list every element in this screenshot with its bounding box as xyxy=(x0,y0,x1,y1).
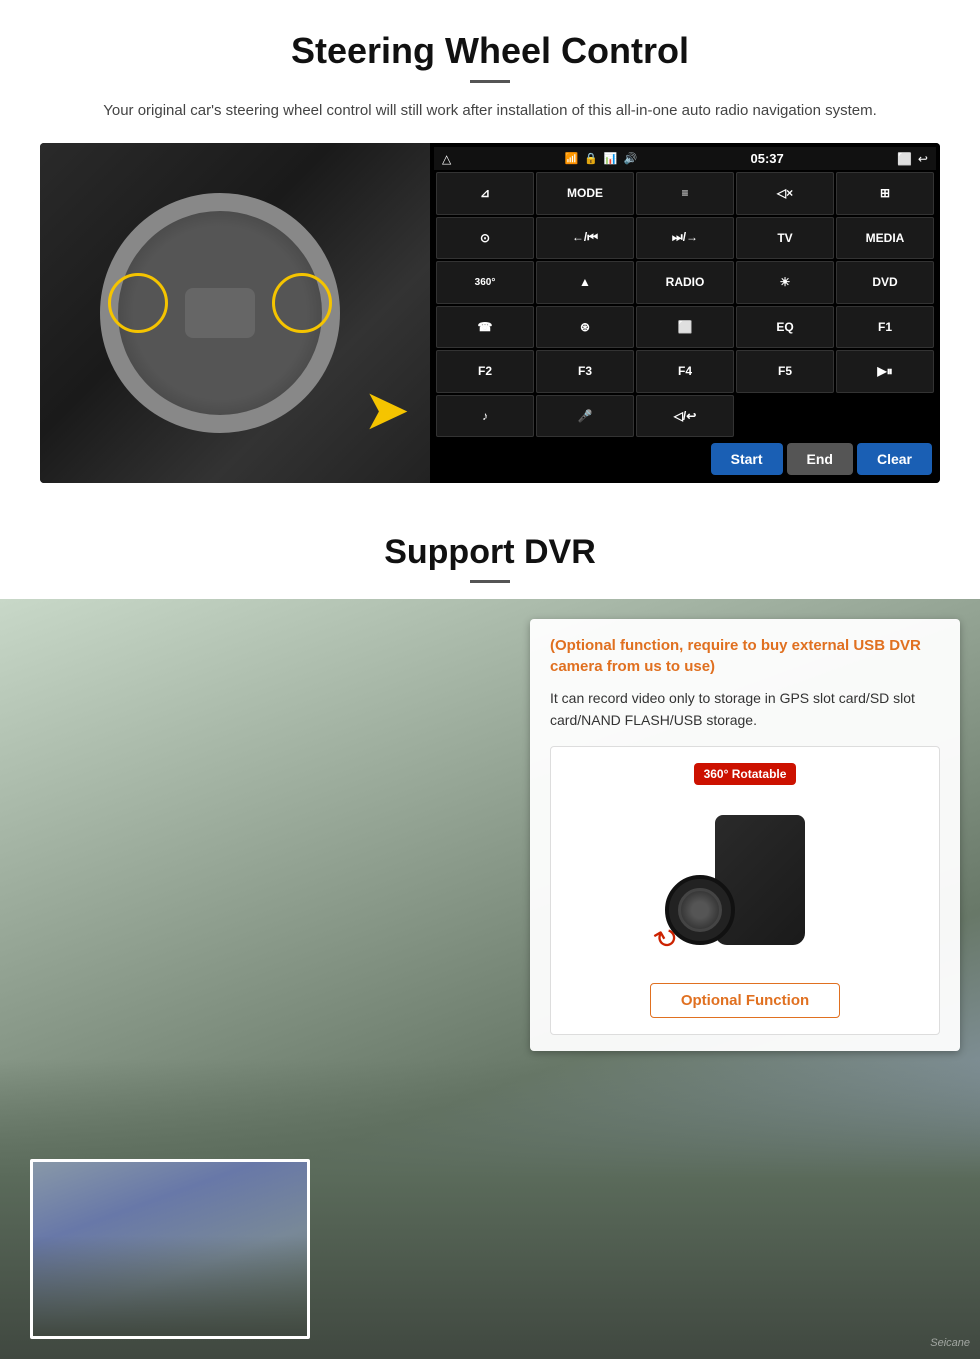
ui-btn-phone[interactable]: ☎ xyxy=(436,306,534,349)
wheel-circle-left xyxy=(108,273,168,333)
ui-btn-nav[interactable]: ⊿ xyxy=(436,172,534,215)
steering-wheel-image xyxy=(40,143,430,483)
section-dvr: Support DVR (Optional function, require … xyxy=(0,503,980,1359)
dvr-info-card: (Optional function, require to buy exter… xyxy=(530,619,960,1051)
ui-btn-media[interactable]: MEDIA xyxy=(836,217,934,260)
ui-btn-web[interactable]: ⊛ xyxy=(536,306,634,349)
ui-btn-prev[interactable]: ←/⏮ xyxy=(536,217,634,260)
home-icon: △ xyxy=(442,152,451,166)
optional-function-button[interactable]: Optional Function xyxy=(650,983,840,1018)
camera-illustration: ↻ xyxy=(645,795,845,975)
ui-btn-next[interactable]: ⏭/→ xyxy=(636,217,734,260)
status-icons: 📶 🔒 📊 🔊 xyxy=(564,152,637,165)
clock-display: 05:37 xyxy=(750,151,783,166)
section2-title-divider xyxy=(470,580,510,583)
section-steering-wheel: Steering Wheel Control Your original car… xyxy=(0,0,980,503)
ui-btn-volmute[interactable]: ◁/↩ xyxy=(636,395,734,438)
steering-wheel xyxy=(90,183,350,443)
section2-title: Support DVR xyxy=(40,533,940,572)
wifi-icon: 📶 xyxy=(564,152,578,165)
ui-btn-mode[interactable]: MODE xyxy=(536,172,634,215)
end-button[interactable]: End xyxy=(787,443,853,475)
ui-btn-playpause[interactable]: ▶⏸ xyxy=(836,350,934,393)
start-button[interactable]: Start xyxy=(711,443,783,475)
ui-btn-eq[interactable]: EQ xyxy=(736,306,834,349)
ui-btn-music[interactable]: ♪ xyxy=(436,395,534,438)
clear-button[interactable]: Clear xyxy=(857,443,932,475)
badge-360: 360° Rotatable xyxy=(694,763,797,785)
optional-function-text: (Optional function, require to buy exter… xyxy=(550,635,940,677)
dvr-inset-road xyxy=(33,1236,307,1336)
camera-box: 360° Rotatable ↻ Optional Function xyxy=(550,746,940,1035)
ui-btn-eject[interactable]: ▲ xyxy=(536,261,634,304)
ui-btn-f1[interactable]: F1 xyxy=(836,306,934,349)
bt-icon: 🔊 xyxy=(624,152,638,165)
yellow-arrow-indicator xyxy=(330,383,410,443)
dvr-composite: (Optional function, require to buy exter… xyxy=(0,599,980,1359)
ui-button-grid: ⊿ MODE ≡ ◁× ⊞ ⊙ ←/⏮ ⏭/→ TV MEDIA 360° ▲ … xyxy=(434,170,936,439)
dvr-description: It can record video only to storage in G… xyxy=(550,687,940,732)
window-icon: ⬜ xyxy=(897,152,912,166)
ui-btn-dots[interactable]: ⊞ xyxy=(836,172,934,215)
ui-btn-mute[interactable]: ◁× xyxy=(736,172,834,215)
camera-lens-inner xyxy=(678,888,722,932)
ui-btn-f4[interactable]: F4 xyxy=(636,350,734,393)
seicane-watermark: Seicane xyxy=(930,1337,970,1349)
signal-icon: 📊 xyxy=(604,152,618,165)
lock-icon: 🔒 xyxy=(584,152,598,165)
ui-btn-screen[interactable]: ⬜ xyxy=(636,306,734,349)
back-icon: ↩ xyxy=(918,152,928,166)
section2-header: Support DVR xyxy=(0,503,980,599)
title-divider xyxy=(470,80,510,83)
ui-btn-settings[interactable]: ⊙ xyxy=(436,217,534,260)
ui-btn-dvd[interactable]: DVD xyxy=(836,261,934,304)
right-status-icons: ⬜ ↩ xyxy=(897,152,928,166)
ui-btn-tv[interactable]: TV xyxy=(736,217,834,260)
ui-btn-f5[interactable]: F5 xyxy=(736,350,834,393)
ui-btn-menu[interactable]: ≡ xyxy=(636,172,734,215)
dvr-inset-image xyxy=(30,1159,310,1339)
ui-btn-mic[interactable]: 🎤 xyxy=(536,395,634,438)
ui-btn-cam360[interactable]: 360° xyxy=(436,261,534,304)
car-ui-panel: △ 📶 🔒 📊 🔊 05:37 ⬜ ↩ ⊿ MODE ≡ ◁× xyxy=(430,143,940,483)
wheel-center xyxy=(185,288,255,338)
ui-btn-f2[interactable]: F2 xyxy=(436,350,534,393)
ui-status-bar: △ 📶 🔒 📊 🔊 05:37 ⬜ ↩ xyxy=(434,147,936,170)
wheel-circle-right xyxy=(272,273,332,333)
steering-composite: △ 📶 🔒 📊 🔊 05:37 ⬜ ↩ ⊿ MODE ≡ ◁× xyxy=(40,143,940,483)
ui-btn-radio[interactable]: RADIO xyxy=(636,261,734,304)
ui-bottom-row: Start End Clear xyxy=(434,439,936,479)
section1-title: Steering Wheel Control xyxy=(40,30,940,72)
section1-description: Your original car's steering wheel contr… xyxy=(80,99,900,123)
ui-btn-f3[interactable]: F3 xyxy=(536,350,634,393)
ui-btn-brightness[interactable]: ☀ xyxy=(736,261,834,304)
